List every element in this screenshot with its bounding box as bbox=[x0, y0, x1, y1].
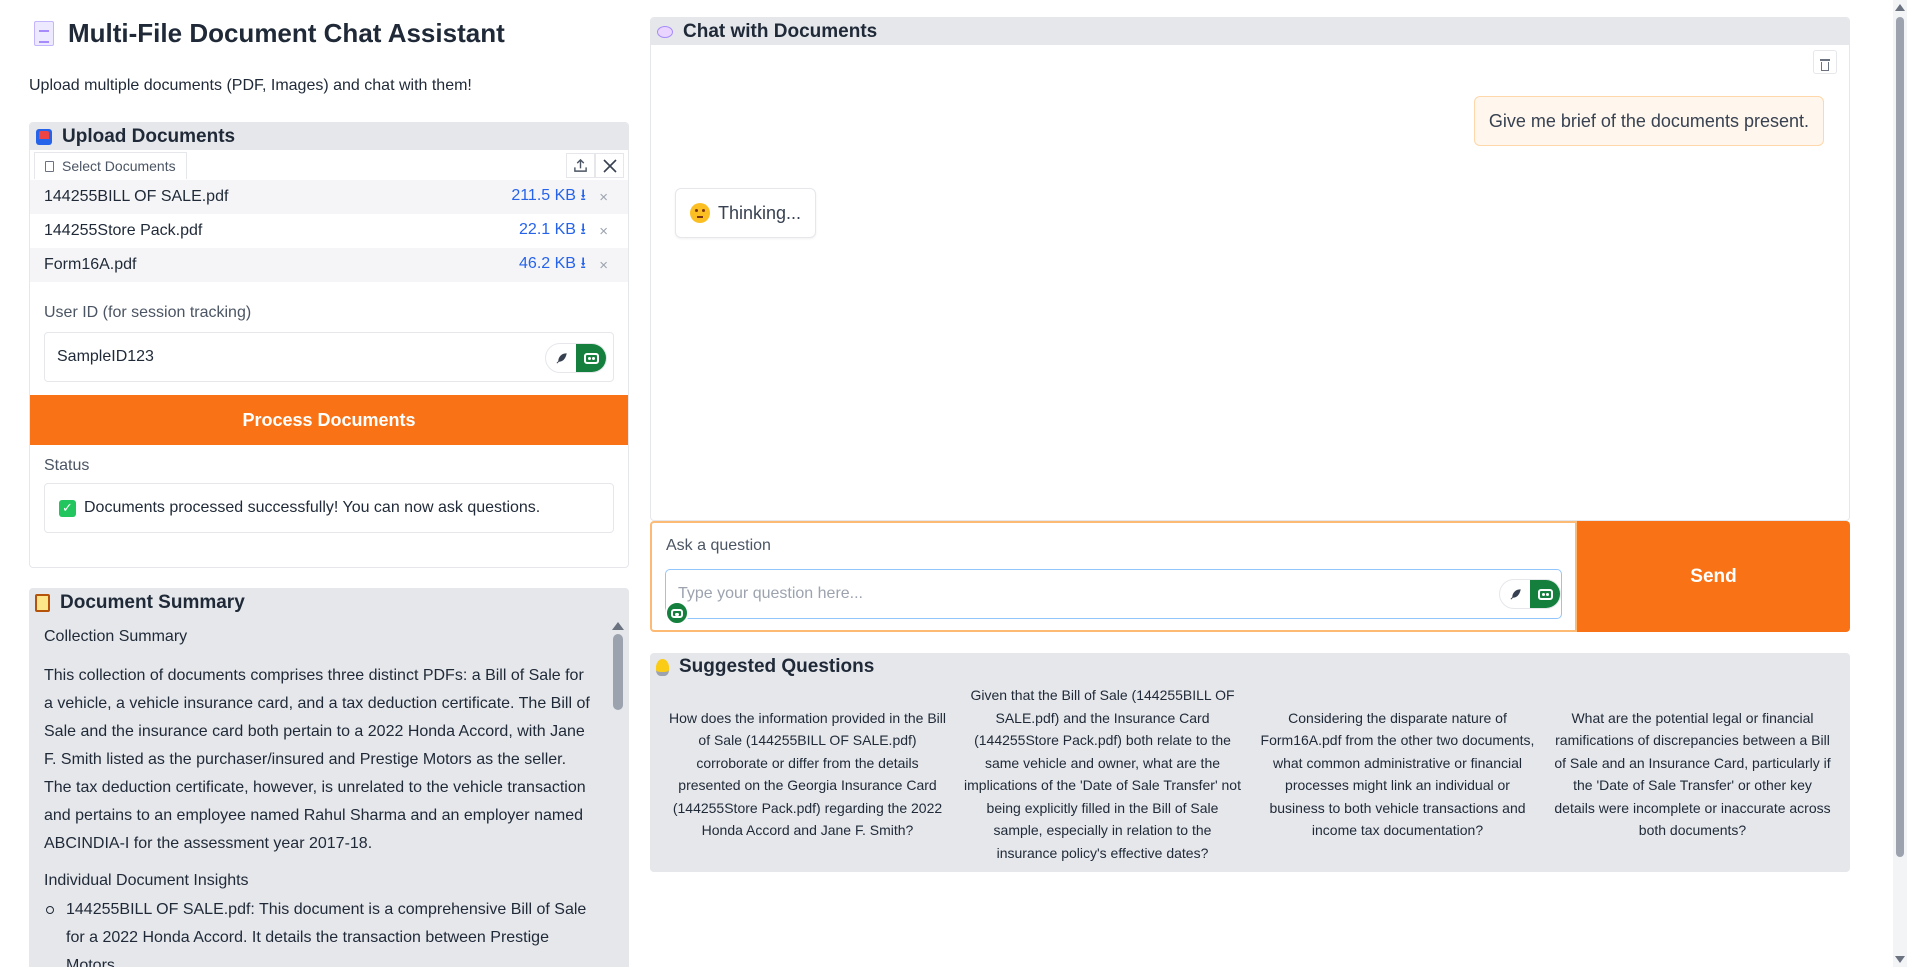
file-icon bbox=[45, 160, 54, 172]
file-download-link[interactable]: 22.1 KB ⭳ bbox=[519, 218, 586, 245]
remove-file-button[interactable]: × bbox=[599, 223, 608, 240]
inbox-icon bbox=[36, 128, 52, 145]
suggested-header-text: Suggested Questions bbox=[679, 656, 875, 677]
suggested-question[interactable]: Considering the disparate nature of Form… bbox=[1250, 684, 1545, 864]
file-download-link[interactable]: 46.2 KB ⭳ bbox=[519, 252, 586, 279]
insight-item: 144255BILL OF SALE.pdf: This document is… bbox=[44, 896, 595, 967]
clear-chat-button[interactable] bbox=[1813, 50, 1837, 74]
suggested-questions-panel: Suggested Questions How does the informa… bbox=[650, 653, 1850, 872]
suggested-questions-list: How does the information provided in the… bbox=[660, 684, 1840, 864]
process-documents-button[interactable]: Process Documents bbox=[30, 395, 628, 445]
extension-icons[interactable] bbox=[545, 343, 607, 373]
feather-icon[interactable] bbox=[1500, 580, 1530, 608]
file-name: 144255BILL OF SALE.pdf bbox=[44, 188, 229, 205]
upload-header: Upload Documents bbox=[30, 123, 628, 150]
bot-message: Thinking... bbox=[675, 188, 817, 238]
check-icon: ✓ bbox=[59, 499, 76, 517]
summary-header-text: Document Summary bbox=[60, 592, 245, 613]
floating-bot-icon[interactable] bbox=[665, 601, 689, 625]
summary-content: Collection Summary This collection of do… bbox=[29, 628, 609, 967]
suggested-header: Suggested Questions bbox=[656, 656, 874, 678]
user-id-label: User ID (for session tracking) bbox=[44, 304, 252, 321]
ask-question-area: Ask a question bbox=[650, 521, 1577, 632]
file-row: 144255Store Pack.pdf 22.1 KB ⭳ × bbox=[30, 214, 628, 248]
suggested-question[interactable]: Given that the Bill of Sale (144255BILL … bbox=[955, 684, 1250, 864]
scroll-down-icon[interactable] bbox=[1895, 956, 1905, 963]
remove-file-button[interactable]: × bbox=[599, 189, 608, 206]
summary-scrollbar[interactable] bbox=[611, 618, 625, 967]
summary-header: Document Summary bbox=[29, 588, 629, 618]
feather-icon[interactable] bbox=[546, 344, 576, 372]
chat-header-text: Chat with Documents bbox=[683, 20, 878, 42]
scroll-thumb[interactable] bbox=[613, 634, 623, 710]
app-subtitle: Upload multiple documents (PDF, Images) … bbox=[29, 77, 472, 94]
upload-icon bbox=[574, 158, 587, 172]
clear-files-button[interactable] bbox=[595, 153, 624, 178]
ask-question-label: Ask a question bbox=[666, 537, 771, 554]
document-summary-panel: Document Summary Collection Summary This… bbox=[29, 588, 629, 967]
app-title-text: Multi-File Document Chat Assistant bbox=[68, 18, 505, 48]
page: Multi-File Document Chat Assistant Uploa… bbox=[0, 0, 1907, 967]
user-message: Give me brief of the documents present. bbox=[1473, 96, 1824, 146]
upload-documents-panel: Upload Documents Select Documents 144255… bbox=[29, 122, 629, 568]
chat-panel: Chat with Documents Give me brief of the… bbox=[650, 17, 1850, 521]
status-label: Status bbox=[44, 457, 90, 474]
document-icon bbox=[34, 21, 54, 46]
status-message: ✓ Documents processed successfully! You … bbox=[44, 483, 614, 533]
close-icon bbox=[602, 158, 617, 173]
thinking-face-icon bbox=[690, 203, 710, 223]
clipboard-icon bbox=[35, 594, 50, 612]
trash-icon bbox=[1819, 52, 1831, 72]
file-name: 144255Store Pack.pdf bbox=[44, 222, 203, 239]
select-documents-label: Select Documents bbox=[62, 158, 176, 174]
collection-summary-text: This collection of documents comprises t… bbox=[44, 667, 590, 852]
speech-bubble-icon bbox=[657, 25, 673, 38]
scroll-up-icon[interactable] bbox=[1895, 4, 1905, 11]
input-extension-icons[interactable] bbox=[1499, 579, 1561, 609]
send-button[interactable]: Send bbox=[1577, 521, 1850, 632]
page-scroll-thumb[interactable] bbox=[1896, 17, 1904, 857]
app-title: Multi-File Document Chat Assistant bbox=[34, 18, 505, 49]
bot-icon[interactable] bbox=[1530, 580, 1560, 608]
upload-header-text: Upload Documents bbox=[62, 125, 236, 147]
file-download-link[interactable]: 211.5 KB ⭳ bbox=[511, 184, 586, 211]
file-tab-row: Select Documents bbox=[30, 150, 628, 180]
bot-icon[interactable] bbox=[576, 344, 606, 372]
bot-message-text: Thinking... bbox=[718, 202, 802, 223]
insights-heading: Individual Document Insights bbox=[44, 872, 249, 889]
collection-summary-heading: Collection Summary bbox=[44, 628, 188, 645]
file-row: 144255BILL OF SALE.pdf 211.5 KB ⭳ × bbox=[30, 180, 628, 214]
chat-header: Chat with Documents bbox=[651, 18, 1849, 45]
scroll-up-icon[interactable] bbox=[612, 622, 624, 630]
page-scrollbar[interactable] bbox=[1893, 0, 1907, 967]
status-text: Documents processed successfully! You ca… bbox=[84, 499, 541, 516]
file-row: Form16A.pdf 46.2 KB ⭳ × bbox=[30, 248, 628, 282]
user-id-value: SampleID123 bbox=[57, 348, 154, 365]
file-name: Form16A.pdf bbox=[44, 256, 137, 273]
suggested-question[interactable]: How does the information provided in the… bbox=[660, 684, 955, 864]
user-id-field[interactable]: SampleID123 bbox=[44, 332, 614, 382]
lightbulb-icon bbox=[656, 658, 669, 676]
question-input[interactable] bbox=[665, 569, 1562, 619]
suggested-question[interactable]: What are the potential legal or financia… bbox=[1545, 684, 1840, 864]
upload-button[interactable] bbox=[566, 153, 595, 178]
remove-file-button[interactable]: × bbox=[599, 257, 608, 274]
file-tools bbox=[566, 153, 624, 178]
select-documents-tab[interactable]: Select Documents bbox=[34, 152, 187, 179]
